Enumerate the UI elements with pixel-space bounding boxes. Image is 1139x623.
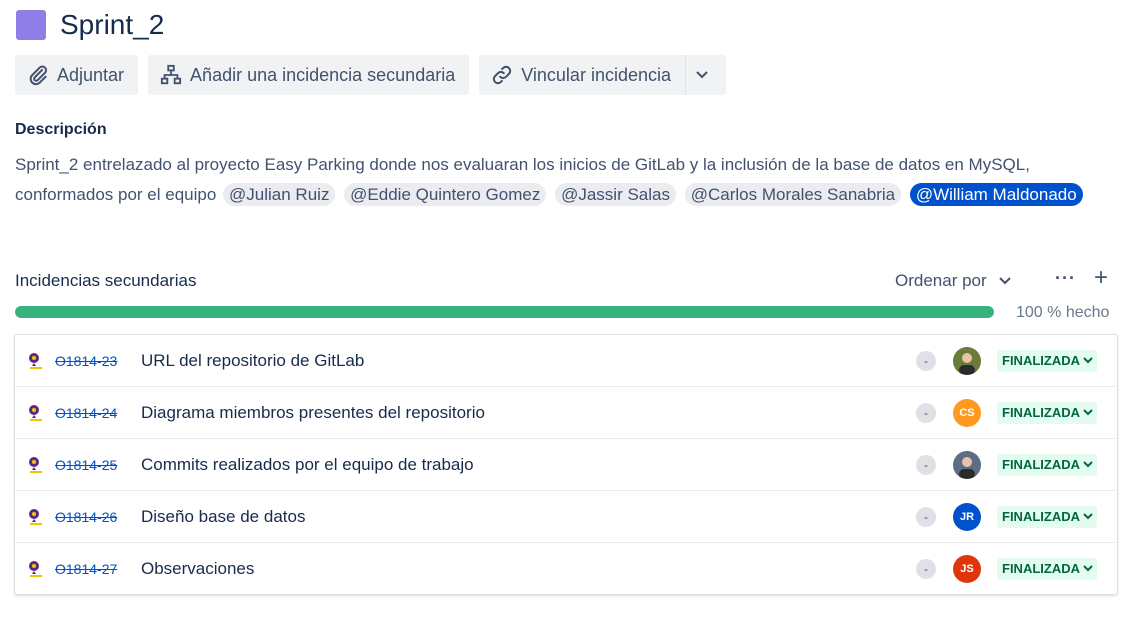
mention-jassir-salas[interactable]: @Jassir Salas [555, 183, 676, 206]
issue-key-link[interactable]: O1814-24 [55, 405, 117, 421]
attach-label: Adjuntar [57, 64, 125, 85]
progress-text: 100 % hecho [1016, 304, 1110, 321]
user-photo-icon [959, 456, 975, 479]
status-label: FINALIZADA [1002, 457, 1080, 472]
chevron-down-icon [1083, 513, 1093, 520]
paperclip-icon [29, 65, 48, 86]
description-text-line2: conformados por el equipo [15, 185, 217, 204]
status-dropdown[interactable]: FINALIZADA [997, 505, 1097, 528]
issue-title[interactable]: Sprint_2 [60, 9, 164, 41]
description-text-line1: Sprint_2 entrelazado al proyecto Easy Pa… [15, 155, 1030, 174]
status-dropdown[interactable]: FINALIZADA [997, 401, 1097, 424]
chevron-down-icon [696, 71, 708, 79]
status-dropdown[interactable]: FINALIZADA [997, 557, 1097, 580]
table-row[interactable]: O1814-23 URL del repositorio de GitLab -… [15, 335, 1117, 387]
mention-eddie-quintero-gomez[interactable]: @Eddie Quintero Gomez [344, 183, 547, 206]
issue-toolbar: Adjuntar Añadir una incidencia secundari… [15, 55, 726, 95]
mention-julian-ruiz[interactable]: @Julian Ruiz [223, 183, 336, 206]
status-label: FINALIZADA [1002, 561, 1080, 576]
progress-bar-fill [15, 306, 994, 318]
child-issues-label: Incidencias secundarias [15, 271, 197, 290]
link-issue-label: Vincular incidencia [521, 64, 671, 85]
issue-key-link[interactable]: O1814-25 [55, 457, 117, 473]
priority-badge: - [916, 350, 936, 371]
issue-header: Sprint_2 [16, 6, 164, 44]
hierarchy-icon [160, 64, 182, 85]
table-row[interactable]: O1814-26 Diseño base de datos - JR FINAL… [15, 491, 1117, 543]
project-logo-icon [29, 457, 42, 473]
issue-summary[interactable]: Commits realizados por el equipo de trab… [141, 455, 474, 475]
chevron-down-icon [1083, 357, 1093, 364]
chevron-down-icon [1083, 409, 1093, 416]
issue-key-link[interactable]: O1814-23 [55, 353, 117, 369]
project-logo-icon [29, 405, 42, 421]
project-logo-icon [29, 509, 42, 525]
project-logo-icon [29, 353, 42, 369]
table-row[interactable]: O1814-27 Observaciones - JS FINALIZADA [15, 543, 1117, 594]
issue-summary[interactable]: Diseño base de datos [141, 507, 305, 527]
sort-by-button[interactable]: Ordenar por [895, 271, 1011, 291]
assignee-avatar[interactable]: CS [953, 398, 981, 427]
priority-badge: - [916, 558, 936, 579]
description-label: Descripción [15, 121, 107, 138]
table-row[interactable]: O1814-25 Commits realizados por el equip… [15, 439, 1117, 491]
chevron-down-icon [1083, 461, 1093, 468]
description-body[interactable]: Sprint_2 entrelazado al proyecto Easy Pa… [15, 150, 1125, 210]
mention-william-maldonado[interactable]: @William Maldonado [909, 183, 1083, 206]
assignee-avatar[interactable]: JR [953, 502, 981, 531]
priority-badge: - [916, 506, 936, 527]
more-options-icon[interactable]: ··· [1055, 268, 1076, 289]
user-photo-icon [959, 352, 975, 375]
sort-by-label: Ordenar por [895, 271, 987, 290]
link-icon [493, 65, 512, 85]
attach-button[interactable]: Adjuntar [15, 55, 139, 95]
issue-summary[interactable]: Diagrama miembros presentes del reposito… [141, 403, 485, 423]
add-child-plus-icon[interactable]: + [1094, 264, 1108, 292]
issue-summary[interactable]: Observaciones [141, 559, 254, 579]
add-child-label: Añadir una incidencia secundaria [190, 64, 456, 85]
issue-key-link[interactable]: O1814-27 [55, 561, 117, 577]
assignee-avatar[interactable]: JS [953, 554, 981, 583]
status-label: FINALIZADA [1002, 509, 1080, 524]
priority-badge: - [916, 454, 936, 475]
link-issue-button[interactable]: Vincular incidencia [479, 55, 685, 95]
status-label: FINALIZADA [1002, 405, 1080, 420]
issue-summary[interactable]: URL del repositorio de GitLab [141, 351, 364, 371]
status-label: FINALIZADA [1002, 353, 1080, 368]
link-issue-group: Vincular incidencia [479, 55, 726, 95]
assignee-avatar[interactable] [953, 346, 981, 375]
more-actions-dropdown[interactable] [685, 55, 726, 95]
child-issues-list: O1814-23 URL del repositorio de GitLab -… [14, 334, 1118, 595]
status-dropdown[interactable]: FINALIZADA [997, 453, 1097, 476]
progress-bar [15, 306, 994, 318]
project-logo-icon [29, 561, 42, 577]
assignee-avatar[interactable] [953, 450, 981, 479]
add-child-issue-button[interactable]: Añadir una incidencia secundaria [148, 55, 470, 95]
table-row[interactable]: O1814-24 Diagrama miembros presentes del… [15, 387, 1117, 439]
status-dropdown[interactable]: FINALIZADA [997, 349, 1097, 372]
mention-carlos-morales-sanabria[interactable]: @Carlos Morales Sanabria [684, 183, 902, 206]
chevron-down-icon [1083, 565, 1093, 572]
chevron-down-icon [998, 277, 1011, 285]
issue-key-link[interactable]: O1814-26 [55, 509, 117, 525]
priority-badge: - [916, 402, 936, 423]
epic-icon [16, 10, 46, 40]
